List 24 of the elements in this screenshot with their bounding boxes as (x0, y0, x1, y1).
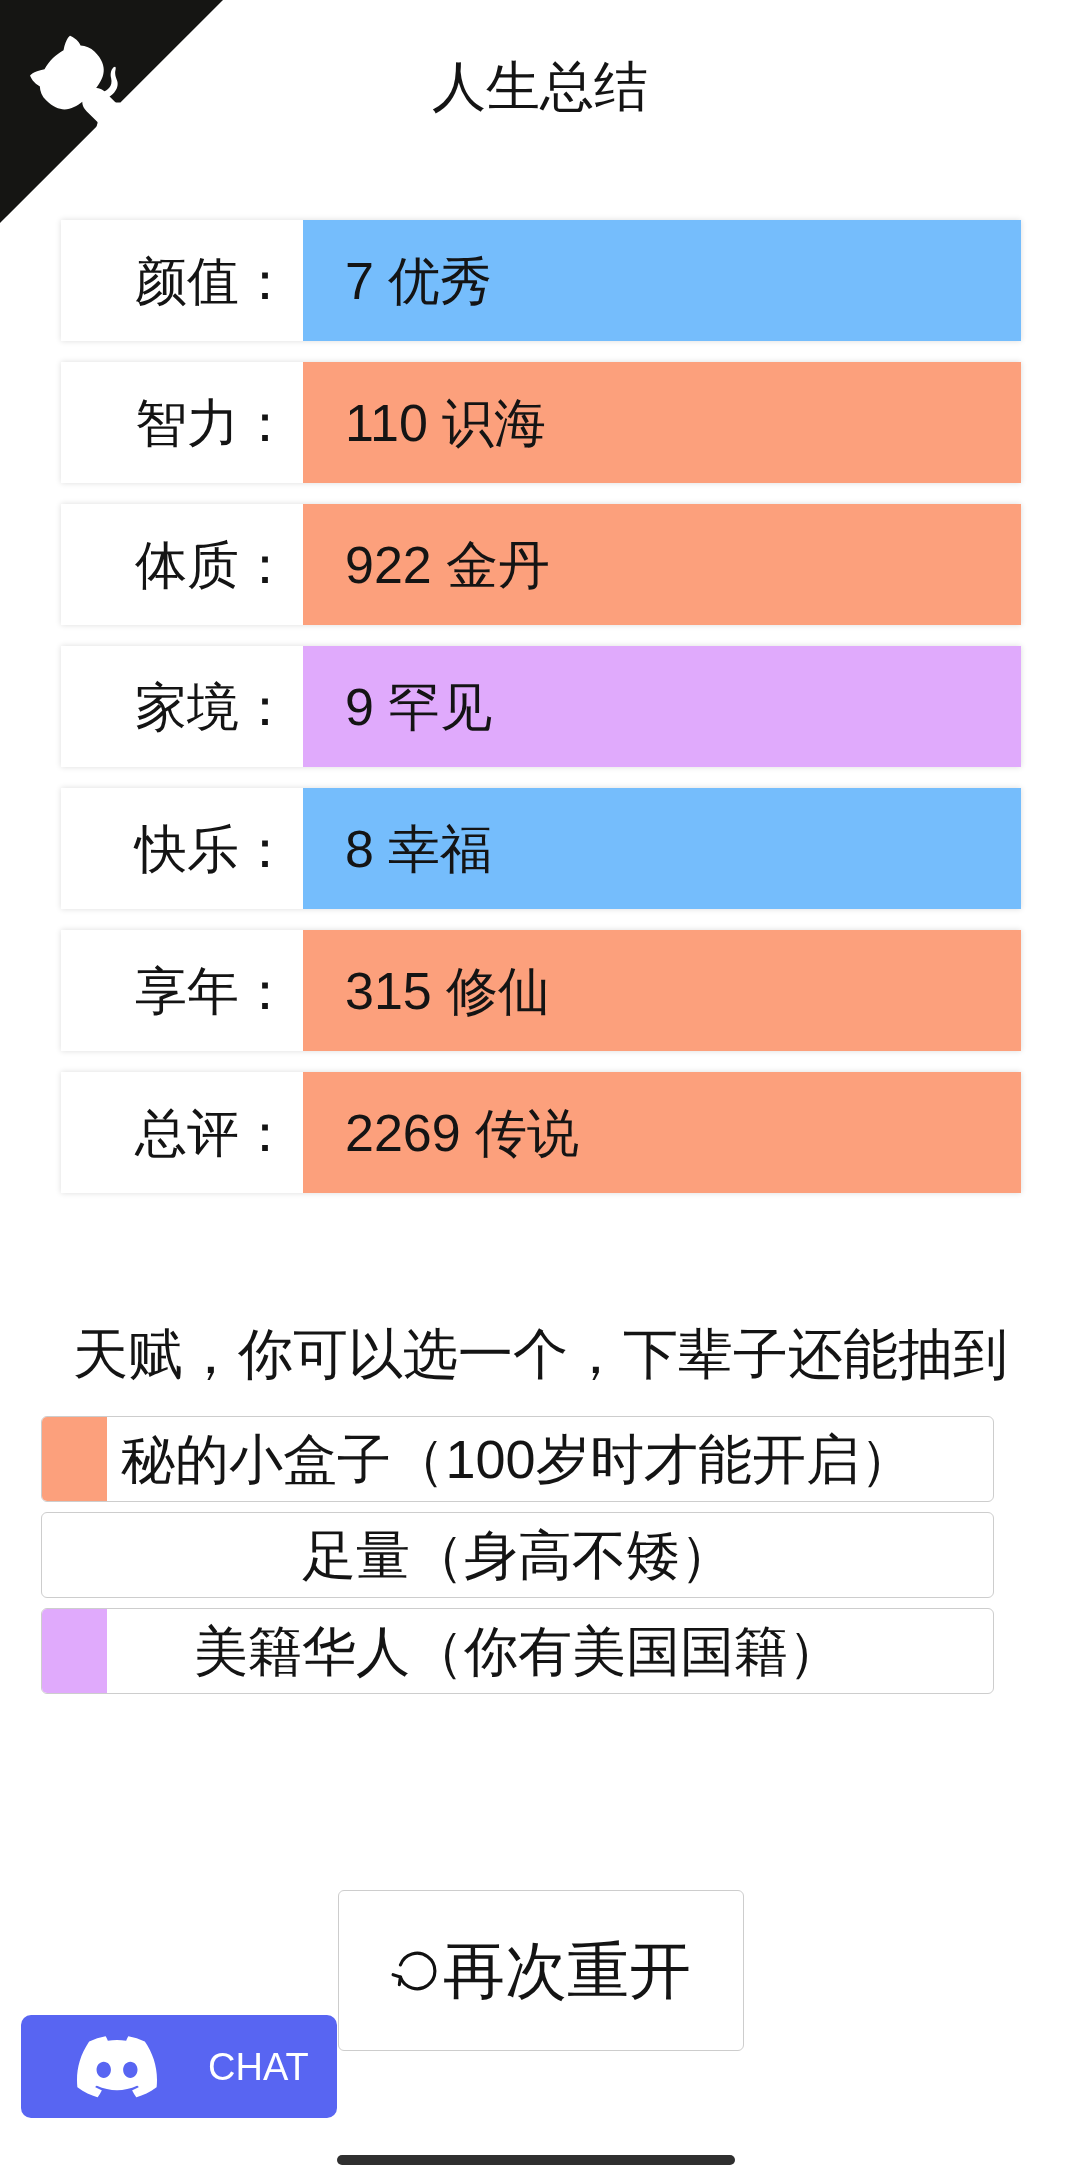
stat-value: 315 修仙 (303, 930, 1021, 1051)
talent-heading: 天赋，你可以选一个，下辈子还能抽到 (72, 1322, 1008, 1386)
stat-value: 8 幸福 (303, 788, 1021, 909)
stat-label: 智力： (135, 396, 291, 449)
stat-value: 2269 传说 (303, 1072, 1021, 1193)
stat-value: 110 识海 (303, 362, 1021, 483)
page-title: 人生总结 (432, 56, 648, 116)
stat-value: 7 优秀 (303, 220, 1021, 341)
restart-button[interactable]: 再次重开 (338, 1890, 744, 2051)
controller-logo-icon (77, 2035, 157, 2098)
chat-button[interactable]: CHAT (21, 2015, 337, 2118)
stat-label: 体质： (135, 538, 291, 591)
stat-value: 922 金丹 (303, 504, 1021, 625)
stat-label: 总评： (135, 1106, 291, 1159)
stat-label: 快乐： (135, 822, 291, 875)
stat-label: 颜值： (135, 254, 291, 307)
stat-label: 享年： (135, 964, 291, 1017)
talent-option[interactable]: 美籍华人（你有美国国籍） (41, 1608, 994, 1694)
stat-value: 9 罕见 (303, 646, 1021, 767)
cat-corner-icon[interactable] (0, 0, 223, 223)
talent-option[interactable]: 秘的小盒子（100岁时才能开启） (41, 1416, 994, 1502)
stat-label: 家境： (135, 680, 291, 733)
talent-option[interactable]: 足量（身高不矮） (41, 1512, 994, 1598)
refresh-icon (391, 1949, 437, 1992)
